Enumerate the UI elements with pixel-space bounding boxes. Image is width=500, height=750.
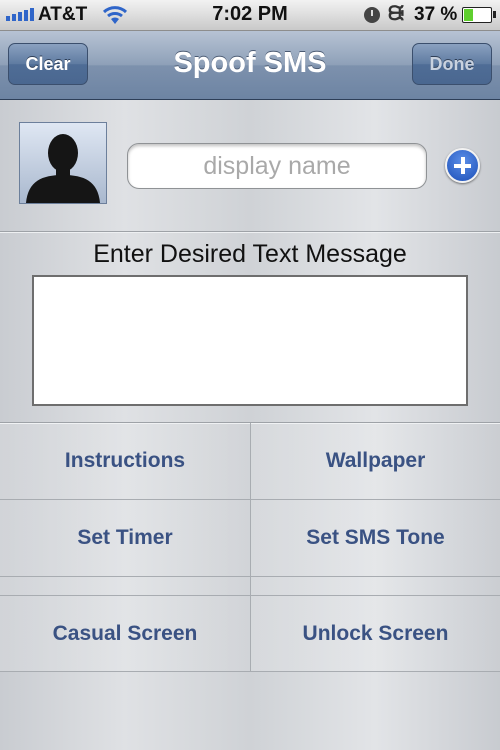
spacer-cell — [251, 577, 500, 596]
battery-icon — [462, 7, 496, 23]
unlock-screen-button[interactable]: Unlock Screen — [251, 596, 500, 672]
display-name-input[interactable]: display name — [127, 143, 427, 189]
done-button[interactable]: Done — [412, 43, 492, 85]
casual-screen-button[interactable]: Casual Screen — [0, 596, 251, 672]
spacer-cell — [0, 577, 251, 596]
message-textarea[interactable] — [32, 275, 468, 406]
bluetooth-icon: ᙠ — [388, 3, 405, 25]
set-timer-button[interactable]: Set Timer — [0, 500, 251, 577]
message-label: Enter Desired Text Message — [93, 240, 407, 268]
instructions-button[interactable]: Instructions — [0, 423, 251, 500]
set-sms-tone-button[interactable]: Set SMS Tone — [251, 500, 500, 577]
divider — [0, 231, 500, 232]
status-bar: AT&T 7:02 PM ᙠ 37 % — [0, 0, 500, 31]
rotation-lock-icon — [364, 7, 380, 23]
navigation-bar: Clear Spoof SMS Done — [0, 31, 500, 100]
battery-percent: 37 % — [414, 4, 458, 25]
person-silhouette-icon — [26, 134, 100, 203]
contact-avatar[interactable] — [19, 122, 107, 204]
wallpaper-button[interactable]: Wallpaper — [251, 423, 500, 500]
add-contact-icon[interactable] — [445, 148, 480, 183]
